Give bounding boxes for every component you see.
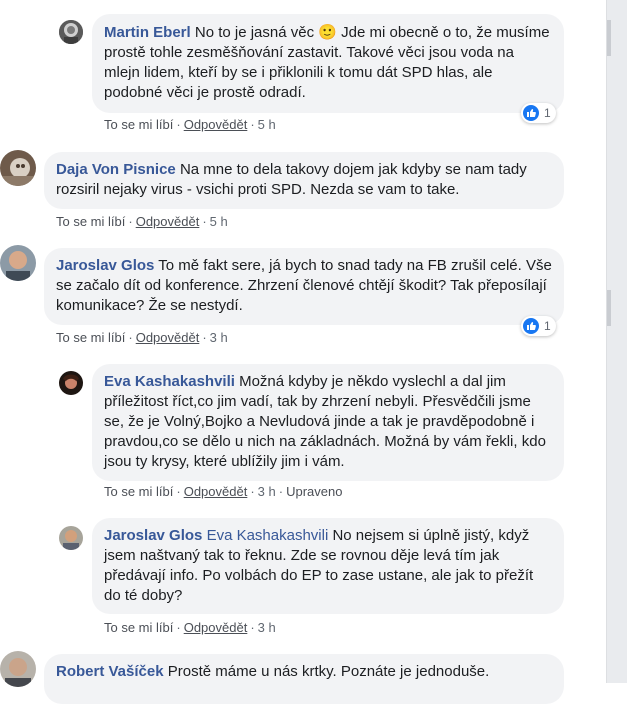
like-link[interactable]: To se mi líbí xyxy=(104,117,173,132)
timestamp[interactable]: 3 h xyxy=(258,484,276,499)
comment-actions: To se mi líbí · Odpovědět · 5 h xyxy=(56,214,228,229)
like-link[interactable]: To se mi líbí xyxy=(104,620,173,635)
comment-author[interactable]: Jaroslav Glos xyxy=(104,527,202,544)
timestamp[interactable]: 3 h xyxy=(210,330,228,345)
reply-link[interactable]: Odpovědět xyxy=(184,117,248,132)
avatar[interactable] xyxy=(0,245,36,281)
smile-emoji-icon: 🙂 xyxy=(318,23,337,41)
comment-bubble: Jaroslav Glos Eva Kashakashvili No nejse… xyxy=(92,518,564,614)
comment-bubble: Robert Vašíček Prostě máme u nás krtky. … xyxy=(44,654,564,704)
comment-actions: To se mi líbí · Odpovědět · 3 h xyxy=(56,330,228,345)
rail-divider xyxy=(607,20,611,56)
reaction-count[interactable]: 1 xyxy=(521,103,556,123)
comment-actions: To se mi líbí · Odpovědět · 3 h xyxy=(104,620,276,635)
comment-author[interactable]: Daja Von Pisnice xyxy=(56,161,176,178)
comment-bubble: Jaroslav Glos To mě fakt sere, já bych t… xyxy=(44,248,564,325)
comment-text: Prostě máme u nás krtky. Poznáte je jedn… xyxy=(167,663,490,680)
timestamp[interactable]: 5 h xyxy=(258,117,276,132)
reaction-count[interactable]: 1 xyxy=(521,316,556,336)
like-link[interactable]: To se mi líbí xyxy=(104,484,173,499)
rail-divider xyxy=(607,290,611,326)
like-reaction-icon xyxy=(523,105,539,121)
timestamp[interactable]: 5 h xyxy=(210,214,228,229)
comment-author[interactable]: Robert Vašíček xyxy=(56,663,164,680)
edited-link[interactable]: Upraveno xyxy=(286,484,342,499)
like-reaction-icon xyxy=(523,318,539,334)
comment-bubble: Martin Eberl No to je jasná věc 🙂 Jde mi… xyxy=(92,14,564,113)
reply-link[interactable]: Odpovědět xyxy=(136,214,200,229)
reaction-number: 1 xyxy=(544,319,551,333)
comment-bubble: Eva Kashakashvili Možná kdyby je někdo v… xyxy=(92,364,564,481)
reply-link[interactable]: Odpovědět xyxy=(184,620,248,635)
like-link[interactable]: To se mi líbí xyxy=(56,214,125,229)
comment-bubble: Daja Von Pisnice Na mne to dela takovy d… xyxy=(44,152,564,209)
avatar[interactable] xyxy=(0,150,36,186)
mention-link[interactable]: Eva Kashakashvili xyxy=(207,527,329,544)
reply-link[interactable]: Odpovědět xyxy=(136,330,200,345)
comment-actions: To se mi líbí · Odpovědět · 5 h xyxy=(104,117,276,132)
comment-author[interactable]: Eva Kashakashvili xyxy=(104,373,235,390)
like-link[interactable]: To se mi líbí xyxy=(56,330,125,345)
comment-actions: To se mi líbí · Odpovědět · 3 h · Upraveno xyxy=(104,484,343,499)
reply-link[interactable]: Odpovědět xyxy=(184,484,248,499)
timestamp[interactable]: 3 h xyxy=(258,620,276,635)
reaction-number: 1 xyxy=(544,106,551,120)
avatar[interactable] xyxy=(59,526,83,550)
comment-author[interactable]: Martin Eberl xyxy=(104,24,191,41)
avatar[interactable] xyxy=(59,371,83,395)
avatar[interactable] xyxy=(59,20,83,44)
comment-text: No to je jasná věc xyxy=(194,24,315,41)
avatar[interactable] xyxy=(0,651,36,687)
comment-author[interactable]: Jaroslav Glos xyxy=(56,257,154,274)
right-rail xyxy=(606,0,627,683)
